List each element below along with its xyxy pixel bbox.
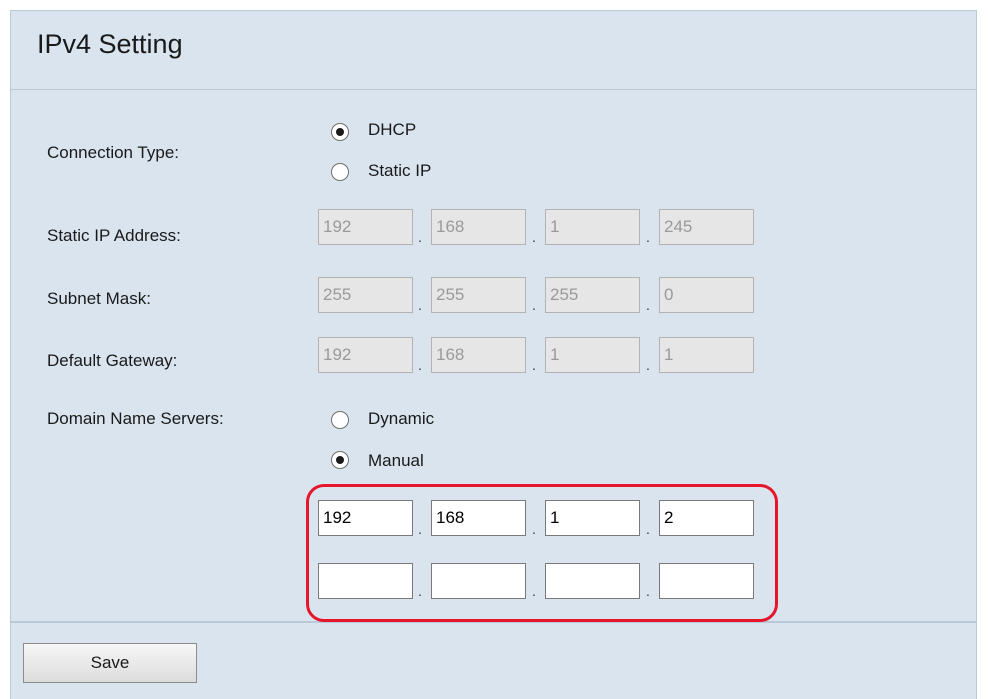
dhcp-radio-label[interactable]: DHCP (368, 120, 416, 140)
octet-separator: . (418, 357, 422, 373)
dns-dynamic-radio-label[interactable]: Dynamic (368, 409, 434, 429)
dns-label: Domain Name Servers: (47, 409, 224, 428)
static-ip-octet-1 (318, 209, 413, 245)
subnet-mask-label: Subnet Mask: (47, 289, 151, 308)
dns-manual-radio[interactable] (331, 451, 349, 469)
subnet-mask-octet-2 (431, 277, 526, 313)
octet-separator: . (532, 357, 536, 373)
static-ip-octet-2 (431, 209, 526, 245)
dhcp-radio[interactable] (331, 123, 349, 141)
panel-header: IPv4 Setting (11, 11, 976, 90)
dns-dynamic-radio[interactable] (331, 411, 349, 429)
octet-separator: . (646, 229, 650, 245)
connection-type-label: Connection Type: (47, 143, 179, 162)
save-button[interactable]: Save (23, 643, 197, 683)
gateway-octet-2 (431, 337, 526, 373)
subnet-mask-octet-3 (545, 277, 640, 313)
octet-separator: . (646, 297, 650, 313)
subnet-mask-octet-4 (659, 277, 754, 313)
dns-manual-radio-label[interactable]: Manual (368, 451, 424, 471)
gateway-octet-4 (659, 337, 754, 373)
static-ip-label: Static IP Address: (47, 226, 181, 245)
octet-separator: . (532, 229, 536, 245)
static-ip-radio-label[interactable]: Static IP (368, 161, 431, 181)
static-ip-octet-4 (659, 209, 754, 245)
static-ip-octet-3 (545, 209, 640, 245)
default-gateway-label: Default Gateway: (47, 351, 178, 370)
octet-separator: . (418, 229, 422, 245)
gateway-octet-1 (318, 337, 413, 373)
page-title: IPv4 Setting (37, 29, 183, 59)
static-ip-radio[interactable] (331, 163, 349, 181)
dns-fields-highlight (306, 484, 778, 622)
octet-separator: . (646, 357, 650, 373)
gateway-octet-3 (545, 337, 640, 373)
ipv4-settings-panel: IPv4 Setting Connection Type: DHCP Stati… (10, 10, 977, 622)
octet-separator: . (418, 297, 422, 313)
subnet-mask-octet-1 (318, 277, 413, 313)
footer-bar: Save (10, 622, 977, 699)
octet-separator: . (532, 297, 536, 313)
